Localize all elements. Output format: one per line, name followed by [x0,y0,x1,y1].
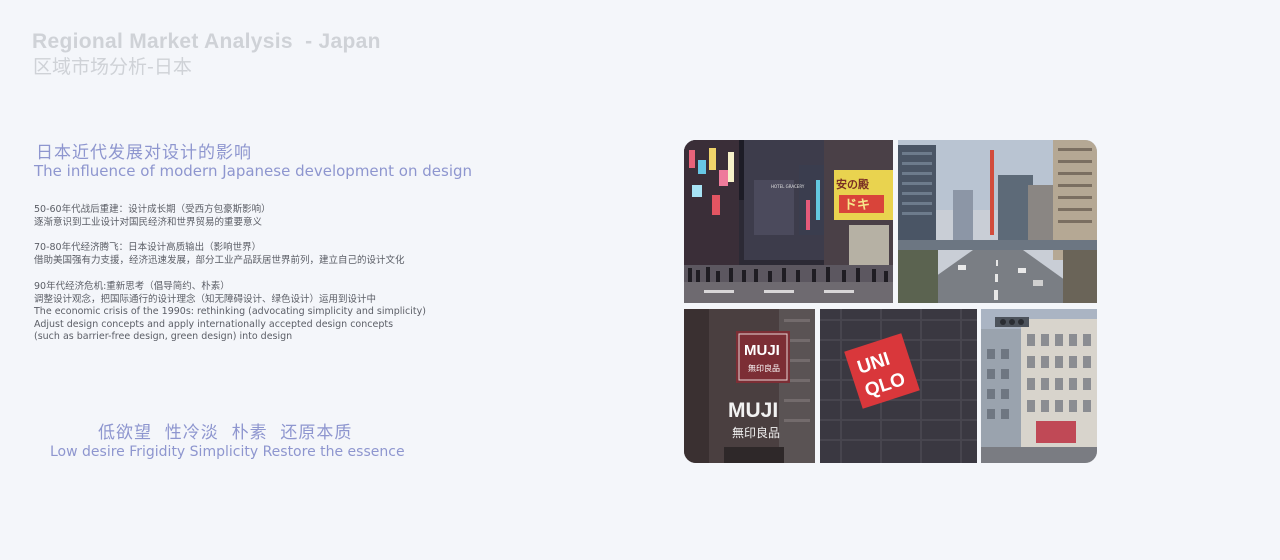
paragraph-line: 70-80年代经济腾飞：日本设计高质输出（影响世界） [34,242,262,253]
section-heading-en: The influence of modern Japanese develop… [34,162,473,180]
section-heading-cn: 日本近代发展对设计的影响 [36,143,252,163]
photo-collage: 安の殿 ドキ HOTEL GRACERY MUJI 無印良品 MUJI 無印良品… [684,140,1097,463]
paragraph-line: Adjust design concepts and apply interna… [34,318,394,330]
slogan-en: Low desire Frigidity Simplicity Restore … [50,444,405,460]
paragraph-line: 逐渐意识到工业设计对国民经济和世界贸易的重要意义 [34,216,263,228]
photo-uniqlo-building: UNI QLO [820,309,977,463]
paragraph-1950s: 50-60年代战后重建：设计成长期（受西方包豪斯影响） 逐渐意识到工业设计对国民… [34,204,271,229]
paragraph-line: The economic crisis of the 1990s: rethin… [34,306,426,317]
paragraph-line: 50-60年代战后重建：设计成长期（受西方包豪斯影响） [34,204,271,215]
paragraph-line: 90年代经济危机:重新思考（倡导简约、朴素） [34,281,230,292]
page-title-cn: 区域市场分析-日本 [33,56,192,78]
page-title-en: Regional Market Analysis - Japan [32,30,381,53]
shinjuku-sign-text: 安の殿 [836,177,870,191]
slogan-cn: 低欲望 性冷淡 朴素 还原本质 [98,423,353,443]
paragraph-line: 调整设计观念，把国际通行的设计理念（知无障碍设计、绿色设计）运用到设计中 [34,293,377,305]
paragraph-line: (such as barrier-free design, green desi… [34,331,293,342]
paragraph-line: 借助美国强有力支援，经济迅速发展，部分工业产品跃居世界前列，建立自己的设计文化 [34,254,405,266]
photo-tokyo-avenue [898,140,1097,303]
shinjuku-sign-text-2: ドキ [844,198,870,213]
photo-shinjuku-street: 安の殿 ドキ HOTEL GRACERY [684,140,893,303]
muji-sign-subtext: 無印良品 [748,363,780,373]
muji-facade-subtext: 無印良品 [732,425,780,440]
muji-sign-text: MUJI [744,342,780,359]
photo-ginza-building [981,309,1097,463]
paragraph-1970s: 70-80年代经济腾飞：日本设计高质输出（影响世界） 借助美国强有力支援，经济迅… [34,242,405,267]
photo-muji-store: MUJI 無印良品 MUJI 無印良品 [684,309,815,463]
paragraph-1990s: 90年代经济危机:重新思考（倡导简约、朴素） 调整设计观念，把国际通行的设计理念… [34,281,426,344]
hotel-sign-text: HOTEL GRACERY [771,184,805,189]
muji-facade-text: MUJI [728,399,778,422]
